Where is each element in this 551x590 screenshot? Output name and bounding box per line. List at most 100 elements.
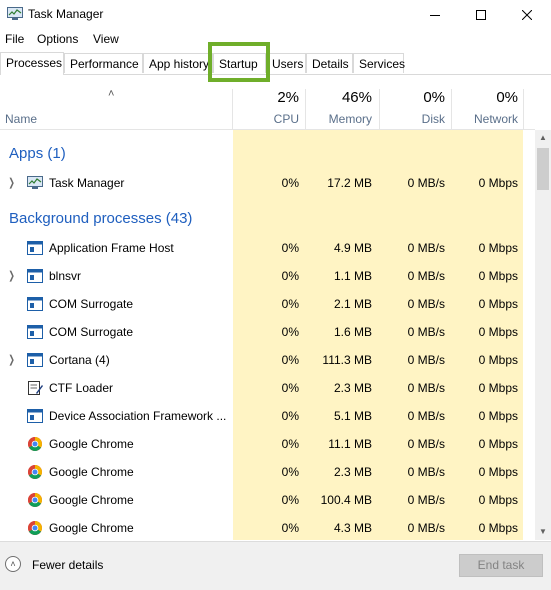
memory-cell: 2.3 MB [333,381,372,395]
chevron-up-circle-icon[interactable]: ˄ [5,556,21,572]
chrome-icon [27,492,43,508]
process-name: blnsvr [49,269,82,283]
tab-processes[interactable]: Processes [0,52,64,75]
minimize-icon [430,15,440,16]
task-manager-app-icon [7,7,23,21]
column-header-network[interactable]: Network [452,112,518,126]
window-icon [27,408,43,424]
cpu-cell: 0% [281,269,299,283]
column-header-disk[interactable]: Disk [380,112,445,126]
disk-cell: 0 MB/s [407,493,445,507]
cpu-cell: 0% [281,325,299,339]
process-name: COM Surrogate [49,325,134,339]
process-name: Cortana (4) [49,353,110,367]
disk-total[interactable]: 0% [380,89,445,106]
end-task-button[interactable]: End task [459,554,543,577]
memory-cell: 4.3 MB [333,521,372,535]
maximize-icon [476,10,486,20]
disk-cell: 0 MB/s [407,176,445,190]
cpu-cell: 0% [281,521,299,535]
pen-icon [27,380,43,396]
cpu-cell: 0% [281,297,299,311]
minimize-button[interactable] [412,0,458,30]
chrome-icon [27,464,43,480]
disk-cell: 0 MB/s [407,521,445,535]
cpu-cell: 0% [281,241,299,255]
memory-cell: 11.1 MB [328,437,372,451]
process-name: Google Chrome [49,437,134,451]
cpu-cell: 0% [281,353,299,367]
disk-cell: 0 MB/s [407,409,445,423]
cpu-cell: 0% [281,465,299,479]
menu-file[interactable]: File [3,32,26,46]
column-header-name[interactable]: Name [5,112,37,126]
scrollbar-thumb[interactable] [537,148,549,190]
menu-view[interactable]: View [91,32,121,46]
chevron-right-icon[interactable]: ❯ [8,176,14,189]
chevron-right-icon[interactable]: ❯ [8,269,14,282]
disk-cell: 0 MB/s [407,353,445,367]
process-name: COM Surrogate [49,297,134,311]
close-button[interactable] [504,0,550,30]
network-cell: 0 Mbps [478,353,518,367]
column-header-memory[interactable]: Memory [306,112,372,126]
network-cell: 0 Mbps [478,269,518,283]
chevron-right-icon[interactable]: ❯ [8,353,14,366]
cpu-cell: 0% [281,409,299,423]
network-total[interactable]: 0% [452,89,518,106]
tab-users[interactable]: Users [266,53,306,73]
scroll-up-arrow-icon[interactable]: ▲ [535,130,551,146]
window-title: Task Manager [28,7,104,21]
disk-cell: 0 MB/s [407,241,445,255]
window-icon [27,268,43,284]
menu-options[interactable]: Options [35,32,80,46]
tab-app-history[interactable]: App history [143,53,213,73]
network-cell: 0 Mbps [478,241,518,255]
scroll-down-arrow-icon[interactable]: ▼ [535,524,551,540]
chrome-icon [27,436,43,452]
network-cell: 0 Mbps [478,437,518,451]
memory-cell: 1.1 MB [333,269,372,283]
memory-cell: 2.3 MB [333,465,372,479]
network-cell: 0 Mbps [478,493,518,507]
disk-cell: 0 MB/s [407,269,445,283]
tab-performance[interactable]: Performance [64,53,143,73]
process-name: Device Association Framework ... [49,409,227,423]
task-manager-icon [27,175,43,191]
column-divider [523,89,524,129]
process-name: Google Chrome [49,521,134,535]
network-cell: 0 Mbps [478,297,518,311]
network-cell: 0 Mbps [478,465,518,479]
fewer-details-link[interactable]: Fewer details [32,558,103,572]
process-name: Application Frame Host [49,241,174,255]
network-cell: 0 Mbps [478,176,518,190]
disk-cell: 0 MB/s [407,325,445,339]
memory-total[interactable]: 46% [306,89,372,106]
close-icon [522,10,532,20]
group-heading-background: Background processes (43) [9,210,193,227]
cpu-cell: 0% [281,381,299,395]
process-name: Task Manager [49,176,125,190]
column-header-cpu[interactable]: CPU [233,112,299,126]
startup-tab-highlight [208,42,270,82]
cpu-cell: 0% [281,176,299,190]
memory-cell: 5.1 MB [333,409,372,423]
memory-cell: 111.3 MB [322,353,372,367]
network-cell: 0 Mbps [478,381,518,395]
memory-cell: 2.1 MB [333,297,372,311]
tab-details[interactable]: Details [306,53,353,73]
cpu-total[interactable]: 2% [233,89,299,106]
maximize-button[interactable] [458,0,504,30]
memory-cell: 4.9 MB [333,241,372,255]
tab-services[interactable]: Services [353,53,405,73]
vertical-scrollbar[interactable] [535,130,551,540]
network-cell: 0 Mbps [478,521,518,535]
chrome-icon [27,520,43,536]
window-icon [27,324,43,340]
sort-caret-icon: ˄ [108,88,115,100]
process-name: CTF Loader [49,381,114,395]
disk-cell: 0 MB/s [407,297,445,311]
window-icon [27,352,43,368]
cpu-cell: 0% [281,493,299,507]
memory-cell: 1.6 MB [333,325,372,339]
